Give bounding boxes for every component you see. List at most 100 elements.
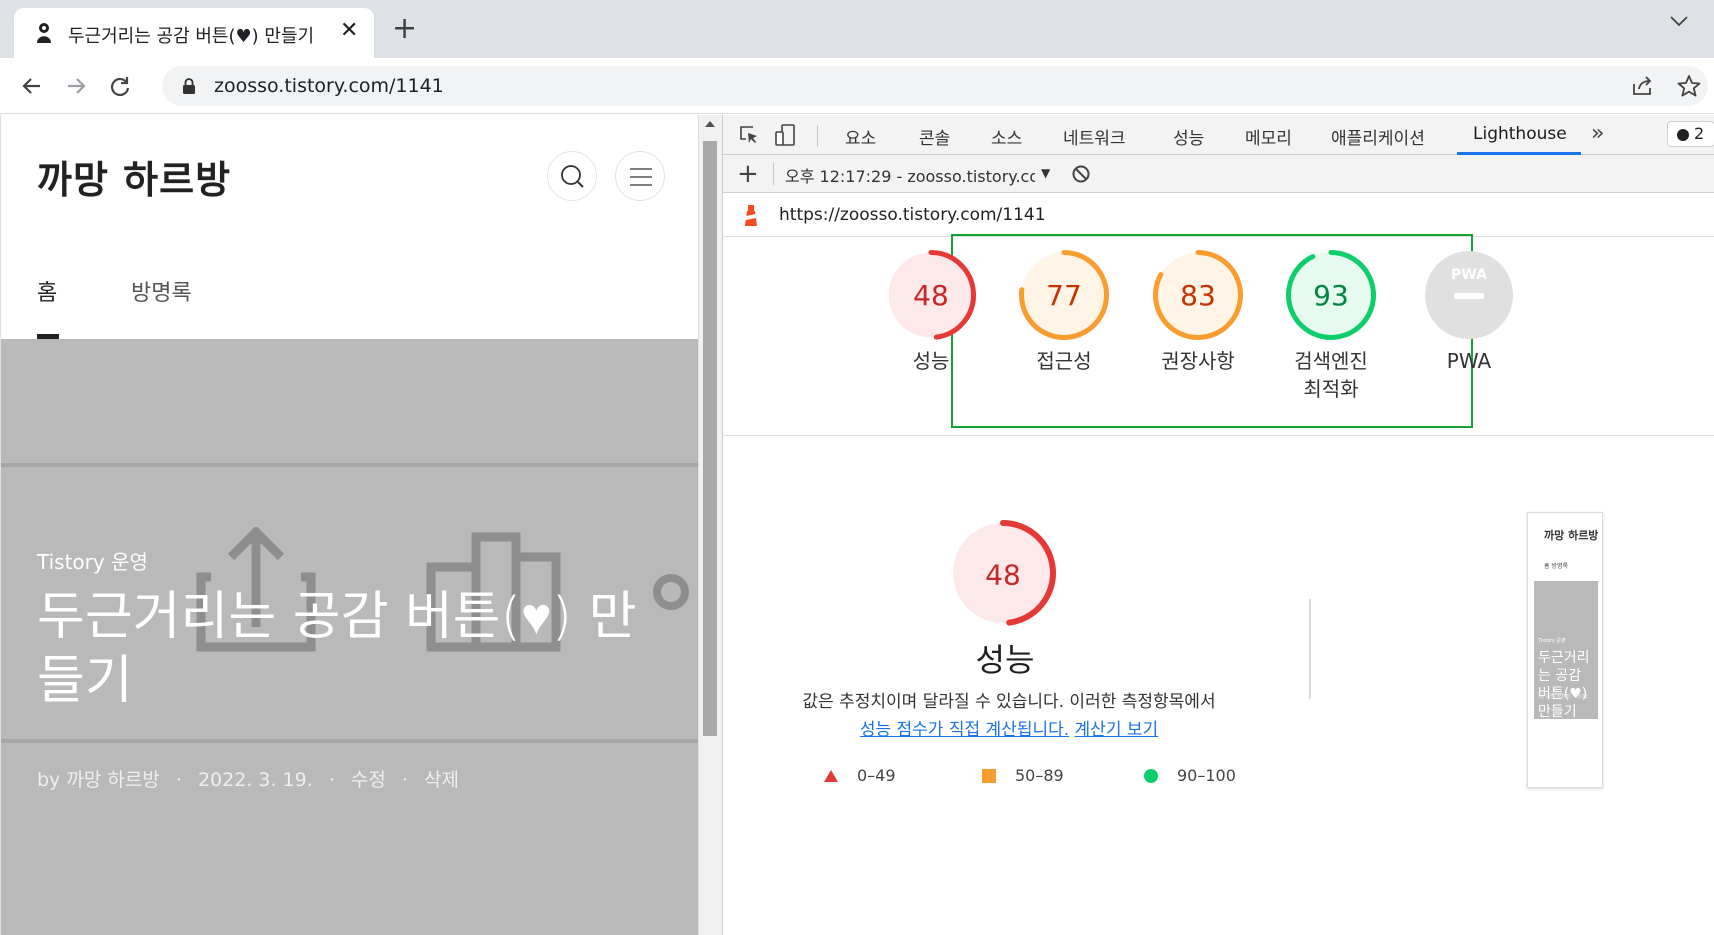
- section-divider: [723, 435, 1714, 436]
- issues-count: 2: [1694, 124, 1705, 143]
- score-calc-link[interactable]: 성능 점수가 직접 계산됩니다.: [860, 720, 1069, 740]
- favicon-icon: [37, 23, 51, 43]
- gauge-label: 성능: [912, 349, 950, 373]
- clear-icon[interactable]: [1071, 164, 1091, 184]
- post-delete-link[interactable]: 삭제: [424, 769, 459, 791]
- performance-big-gauge[interactable]: 48: [949, 519, 1057, 627]
- inspect-icon[interactable]: [737, 123, 761, 147]
- lighthouse-toolbar: + 오후 12:17:29 - zoosso.tistory.com ▼: [723, 155, 1714, 193]
- post-author: by 까망 하르방: [37, 769, 160, 791]
- pwa-badge-icon: PWA: [1425, 251, 1513, 339]
- browser-tab[interactable]: 두근거리는 공감 버튼(♥) 만들기 ✕: [14, 8, 374, 58]
- tab-close-icon[interactable]: ✕: [340, 18, 358, 43]
- post-edit-link[interactable]: 수정: [351, 769, 386, 791]
- gauge-4[interactable]: 93 검색엔진 최적화: [1271, 249, 1391, 403]
- gauge-score: 77: [1046, 279, 1082, 312]
- new-tab-button[interactable]: +: [392, 14, 417, 44]
- gauge-3[interactable]: 83 권장사항: [1138, 249, 1258, 375]
- hero-divider: [1, 739, 698, 743]
- gauge-1[interactable]: 48 성능: [871, 249, 991, 375]
- new-report-button[interactable]: +: [737, 159, 759, 189]
- legend-range: 90–100: [1177, 766, 1236, 785]
- dropdown-caret-icon[interactable]: ▼: [1041, 166, 1050, 180]
- hero-divider: [1, 463, 698, 467]
- gauge-score: 93: [1313, 279, 1349, 312]
- toolbar-separator: [773, 163, 774, 185]
- devtools-separator: [817, 125, 818, 147]
- menu-button[interactable]: [615, 151, 665, 201]
- page-scrollbar[interactable]: [698, 115, 722, 935]
- gauge-label: 접근성: [1036, 349, 1092, 373]
- meta-sep: ·: [401, 769, 408, 791]
- hero-banner[interactable]: Tistory 운영 두근거리는 공감 버튼(♥) 만들기 by 까망 하르방 …: [1, 339, 698, 935]
- address-bar[interactable]: zoosso.tistory.com/1141: [162, 66, 1708, 106]
- back-icon[interactable]: [18, 72, 46, 100]
- post-title: 두근거리는 공감 버튼(♥) 만들기: [37, 587, 637, 711]
- share-icon[interactable]: [1630, 74, 1654, 98]
- tab-memory[interactable]: 메모리: [1245, 124, 1292, 149]
- performance-desc-text: 값은 추정치이며 달라질 수 있습니다. 이러한 측정항목에서: [802, 692, 1216, 712]
- search-button[interactable]: [547, 151, 597, 201]
- post-meta: by 까망 하르방 · 2022. 3. 19. · 수정 · 삭제: [37, 765, 469, 792]
- tab-title: 두근거리는 공감 버튼(♥) 만들기: [68, 26, 315, 47]
- tab-application[interactable]: 애플리케이션: [1331, 124, 1425, 149]
- tab-search-icon[interactable]: [1668, 14, 1690, 28]
- reload-icon[interactable]: [106, 72, 134, 100]
- meta-sep: ·: [175, 769, 182, 791]
- legend-range: 0–49: [857, 766, 896, 785]
- tab-strip: 두근거리는 공감 버튼(♥) 만들기 ✕ +: [0, 0, 1714, 58]
- post-date: 2022. 3. 19.: [197, 769, 313, 791]
- score-gauge: 83: [1153, 250, 1243, 340]
- gauge-2[interactable]: 77 접근성: [1004, 249, 1124, 375]
- thumbnail-nav: 홈 방명록: [1544, 563, 1568, 570]
- scroll-thumb[interactable]: [703, 141, 717, 736]
- devtools-tab-bar: 요소 콘솔 소스 네트워크 성능 메모리 애플리케이션 Lighthouse »…: [723, 115, 1714, 155]
- lighthouse-icon: [745, 205, 757, 226]
- post-category[interactable]: Tistory 운영: [37, 546, 148, 575]
- score-gauge: 93: [1286, 250, 1376, 340]
- report-selector[interactable]: 오후 12:17:29 - zoosso.tistory.com: [785, 163, 1035, 187]
- thumbnail-hero: Tistory 운영 두근거리는 공감 버튼(♥) 만들기 by 까망 하르방 …: [1534, 581, 1598, 719]
- triangle-icon: [824, 770, 838, 782]
- calculator-link[interactable]: 계산기 보기: [1075, 720, 1159, 740]
- tab-lighthouse[interactable]: Lighthouse: [1473, 124, 1567, 144]
- pwa-badge-text: PWA: [1451, 267, 1487, 283]
- forward-icon[interactable]: [62, 72, 90, 100]
- lock-icon[interactable]: [182, 77, 196, 95]
- gauge-score: 48: [913, 279, 949, 312]
- star-icon[interactable]: [1676, 73, 1702, 99]
- web-page: 까망 하르방 홈 방명록 Tistory 운영 두근거리는 공감 버튼(♥) 만…: [0, 115, 698, 935]
- legend-range: 50–89: [1015, 766, 1064, 785]
- gauge-pwa[interactable]: PWA PWA: [1409, 249, 1529, 375]
- blog-title[interactable]: 까망 하르방: [37, 149, 231, 204]
- thumbnail-blog-title: 까망 하르방: [1544, 529, 1599, 542]
- thumbnail-post-title: 두근거리는 공감 버튼(♥) 만들기: [1538, 650, 1590, 719]
- nav-home-link[interactable]: 홈: [37, 275, 57, 307]
- audited-url[interactable]: https://zoosso.tistory.com/1141: [779, 205, 1046, 225]
- lighthouse-url-bar: https://zoosso.tistory.com/1141: [723, 193, 1714, 237]
- nav-guestbook-link[interactable]: 방명록: [131, 275, 192, 307]
- tab-elements[interactable]: 요소: [845, 124, 876, 149]
- devtools-panel: 요소 콘솔 소스 네트워크 성능 메모리 애플리케이션 Lighthouse »…: [722, 115, 1714, 935]
- gauge-label: 권장사항: [1161, 349, 1235, 373]
- more-tabs-button[interactable]: »: [1591, 121, 1604, 146]
- issues-dot-icon: [1677, 129, 1689, 141]
- tab-network[interactable]: 네트워크: [1063, 124, 1126, 149]
- scroll-up-arrow-icon[interactable]: [705, 121, 715, 127]
- search-icon: [561, 165, 584, 188]
- performance-description: 값은 추정치이며 달라질 수 있습니다. 이러한 측정항목에서 성능 점수가 직…: [759, 688, 1259, 744]
- thumbnail-meta: by 까망 하르방 · 2022: [1538, 694, 1588, 700]
- page-screenshot-thumbnail[interactable]: 까망 하르방 홈 방명록 Tistory 운영 두근거리는 공감 버튼(♥) 만…: [1527, 512, 1603, 788]
- url-text[interactable]: zoosso.tistory.com/1141: [214, 75, 444, 97]
- tab-sources[interactable]: 소스: [991, 124, 1022, 149]
- circle-icon: [1144, 769, 1158, 783]
- gauge-label: 검색엔진 최적화: [1294, 349, 1368, 401]
- vertical-divider: [1309, 599, 1311, 699]
- tab-performance[interactable]: 성능: [1173, 124, 1204, 149]
- score-gauge: 77: [1019, 250, 1109, 340]
- tab-console[interactable]: 콘솔: [919, 124, 950, 149]
- square-icon: [982, 769, 996, 783]
- thumbnail-category: Tistory 운영: [1538, 638, 1566, 644]
- issues-badge[interactable]: 2: [1667, 121, 1714, 147]
- device-toolbar-icon[interactable]: [773, 123, 797, 147]
